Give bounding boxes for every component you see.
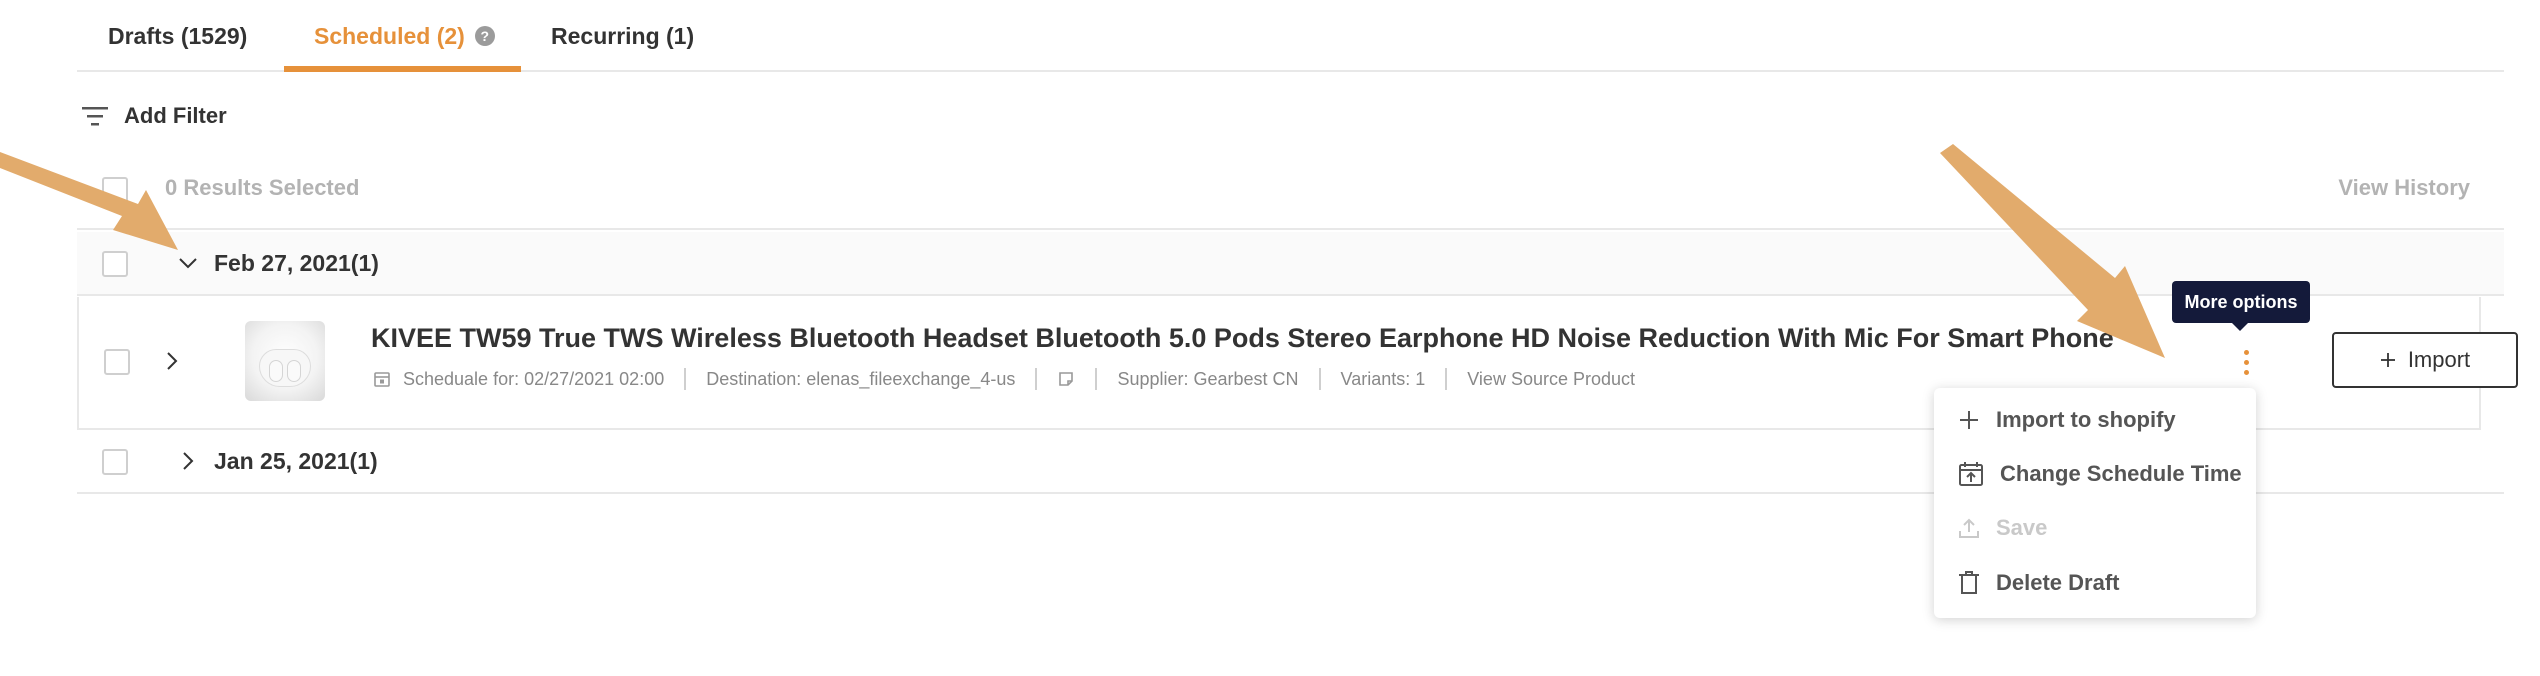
menu-item-label: Save — [1996, 515, 2048, 540]
tab-scheduled-label: Scheduled (2) — [314, 22, 465, 49]
select-all-checkbox[interactable] — [102, 177, 128, 203]
import-button-label: Import — [2407, 347, 2471, 372]
calendar-clock-icon — [1959, 462, 1983, 486]
chevron-right-icon[interactable] — [177, 450, 199, 472]
active-tab-indicator — [284, 66, 521, 72]
menu-item-label: Import to shopify — [1996, 407, 2176, 432]
more-options-menu: Import to shopify Change Schedule Time S… — [1934, 388, 2256, 618]
view-history-link[interactable]: View History — [2338, 175, 2470, 201]
group-date-label: Jan 25, 2021(1) — [214, 448, 378, 474]
schedule-time-text: Scheduale for: 02/27/2021 02:00 — [403, 368, 665, 389]
product-thumbnail[interactable] — [245, 321, 325, 401]
product-checkbox[interactable] — [104, 349, 130, 375]
upload-icon — [1959, 518, 1979, 538]
add-filter-button[interactable]: Add Filter — [82, 96, 227, 136]
divider — [1445, 368, 1448, 390]
menu-item-label: Change Schedule Time — [2000, 461, 2242, 486]
help-icon[interactable]: ? — [474, 26, 495, 46]
supplier-text: Supplier: Gearbest CN — [1117, 368, 1299, 389]
tab-drafts[interactable]: Drafts (1529) — [108, 0, 247, 72]
menu-item-change-schedule-time[interactable]: Change Schedule Time — [1934, 447, 2256, 501]
add-filter-label: Add Filter — [124, 103, 227, 128]
divider — [684, 368, 687, 390]
plus-icon — [2380, 353, 2395, 367]
destination-text: Destination: elenas_fileexchange_4-us — [706, 368, 1016, 389]
chevron-right-icon[interactable] — [161, 350, 183, 372]
chevron-down-icon[interactable] — [177, 252, 199, 274]
menu-item-label: Delete Draft — [1996, 570, 2120, 595]
tab-scheduled[interactable]: Scheduled (2) ? — [314, 0, 495, 72]
calendar-icon — [374, 372, 390, 387]
group-checkbox[interactable] — [102, 449, 128, 475]
divider — [1095, 368, 1098, 390]
results-selected-text: 0 Results Selected — [165, 175, 360, 200]
variants-text: Variants: 1 — [1340, 368, 1426, 389]
import-button[interactable]: Import — [2332, 332, 2518, 388]
date-group-header: Feb 27, 2021(1) — [77, 232, 2504, 296]
tab-drafts-label: Drafts (1529) — [108, 22, 248, 49]
trash-icon — [1959, 571, 1979, 594]
filter-lines-icon — [82, 107, 108, 126]
more-options-tooltip: More options — [2172, 281, 2310, 331]
more-options-icon[interactable] — [2231, 341, 2261, 383]
menu-item-save[interactable]: Save — [1934, 501, 2256, 555]
view-source-product-link[interactable]: View Source Product — [1467, 369, 1635, 390]
menu-item-delete-draft[interactable]: Delete Draft — [1934, 556, 2256, 610]
menu-item-import-to-shopify[interactable]: Import to shopify — [1934, 393, 2256, 447]
results-bar: 0 Results Selected View History — [77, 160, 2504, 230]
divider — [1318, 368, 1321, 390]
tab-bar: Drafts (1529) Scheduled (2) ? Recurring … — [77, 0, 2504, 72]
group-checkbox[interactable] — [102, 251, 128, 277]
plus-icon — [1960, 411, 1978, 429]
tab-recurring-label: Recurring (1) — [551, 22, 695, 49]
divider — [1035, 368, 1038, 390]
product-meta: Scheduale for: 02/27/2021 02:00 Destinat… — [373, 367, 1635, 391]
product-title[interactable]: KIVEE TW59 True TWS Wireless Bluetooth H… — [371, 323, 2114, 354]
note-icon[interactable] — [1057, 370, 1075, 388]
group-date-label: Feb 27, 2021(1) — [214, 250, 379, 276]
tab-recurring[interactable]: Recurring (1) — [551, 0, 694, 72]
